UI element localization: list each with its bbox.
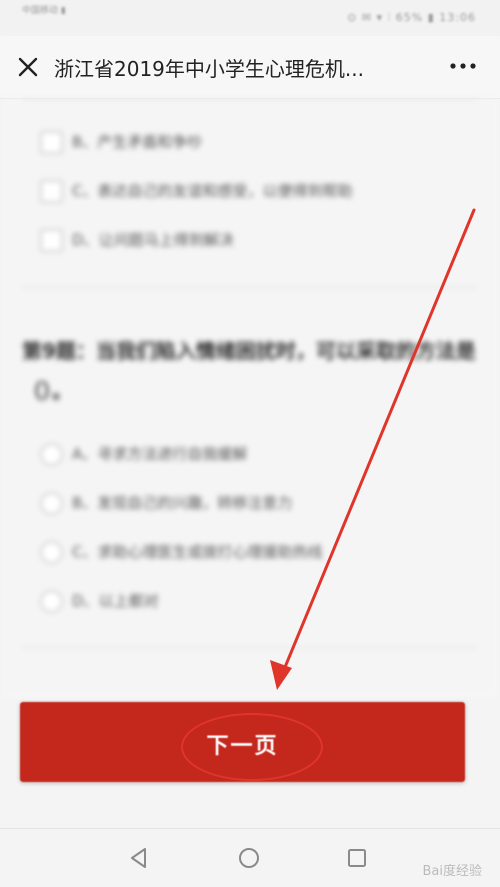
titlebar: 浙江省2019年中小学生心理危机...	[0, 36, 500, 99]
option-text: 产生矛盾和争吵	[97, 133, 203, 151]
option-letter: D、	[72, 592, 99, 610]
divider	[22, 647, 478, 648]
checkbox[interactable]	[40, 229, 63, 252]
next-page-label: 下一页	[206, 734, 279, 759]
radio-button[interactable]	[40, 590, 63, 613]
status-bar: 中国移动 ▮ ⊙ ✉ ▾ ⫶ 65% ▮ 13:06	[0, 0, 500, 36]
system-nav-bar: Bai度经验	[0, 828, 500, 887]
next-page-button[interactable]: 下一页	[20, 702, 465, 782]
recents-button[interactable]	[344, 845, 370, 871]
option-text: 表达自己的友谊和感受，以便得到帮助	[97, 182, 353, 200]
option-letter: C、	[72, 543, 98, 561]
close-icon	[18, 57, 38, 77]
close-button[interactable]	[14, 53, 42, 81]
home-button[interactable]	[236, 845, 262, 871]
question-text: 第9题：当我们陷入情绪困扰时，可以采取的方法是（）。	[22, 339, 476, 403]
watermark: Bai度经验	[422, 864, 483, 879]
divider	[22, 287, 478, 288]
home-circle-icon	[239, 848, 259, 868]
more-button[interactable]	[446, 52, 480, 80]
divider	[22, 99, 478, 100]
option-letter: A、	[72, 445, 98, 463]
option-text: 寻求方法进行自我缓解	[97, 445, 248, 463]
radio-button[interactable]	[40, 492, 63, 515]
option-text: 发现自己的兴趣，转移注意力	[97, 494, 293, 512]
option-text: 以上都对	[98, 592, 159, 610]
status-icons-text: ⊙ ✉ ▾ ⫶ 65% ▮ 13:06	[347, 11, 476, 24]
option-text: 让问题马上得到解决	[98, 231, 234, 249]
option-letter: D、	[72, 231, 99, 249]
radio-button[interactable]	[40, 541, 63, 564]
back-button[interactable]	[126, 845, 152, 871]
carrier-text: 中国移动 ▮	[22, 6, 66, 16]
more-icon	[450, 63, 476, 69]
option-letter: B、	[72, 494, 98, 512]
radio-button[interactable]	[40, 443, 63, 466]
quiz-content: B、产生矛盾和争吵 C、表达自己的友谊和感受，以便得到帮助 D、让问题马上得到解…	[0, 99, 500, 699]
back-triangle-icon	[131, 848, 146, 868]
option-letter: B、	[72, 133, 98, 151]
option-text: 求助心理医生或拨打心理援助热线	[97, 543, 323, 561]
checkbox[interactable]	[40, 131, 63, 154]
page-title: 浙江省2019年中小学生心理危机...	[54, 57, 364, 81]
recents-square-icon	[348, 849, 366, 867]
option-letter: C、	[72, 182, 98, 200]
checkbox[interactable]	[40, 180, 63, 203]
